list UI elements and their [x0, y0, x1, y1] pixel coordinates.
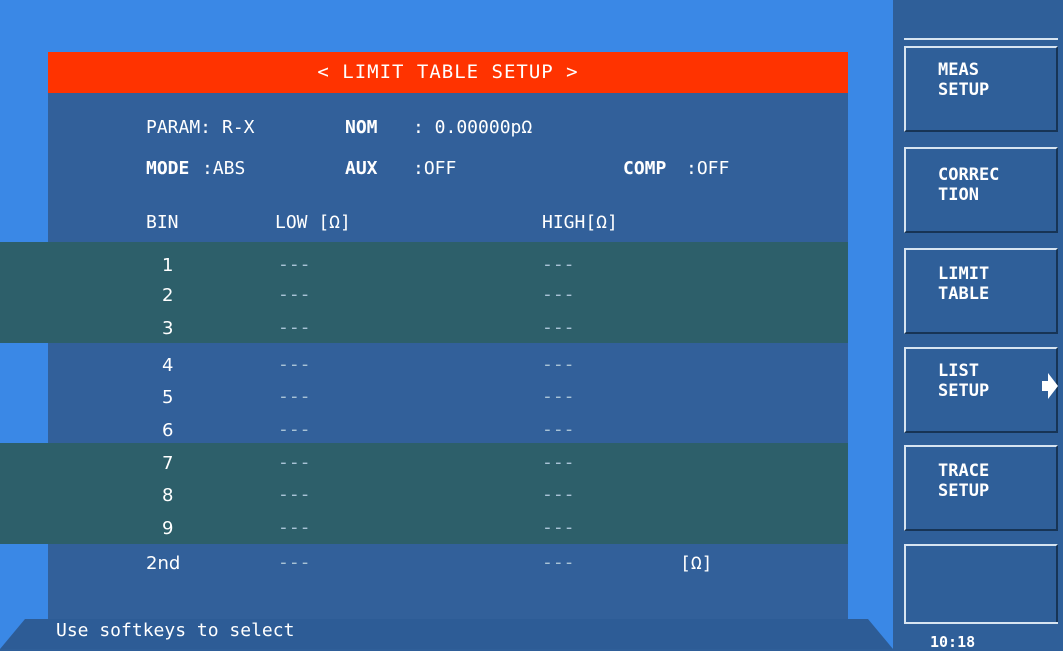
bin-number: 3: [162, 318, 174, 339]
bin-number: 7: [162, 453, 174, 474]
row-band-7-9: [0, 443, 848, 544]
row-band-1-3: [0, 242, 848, 343]
status-corner-right: [868, 619, 893, 649]
bin-number: 1: [162, 255, 174, 276]
limit-high-cell[interactable]: ---: [542, 517, 575, 538]
status-message: Use softkeys to select: [56, 620, 295, 641]
limit-high-cell[interactable]: ---: [542, 354, 575, 375]
limit-low-cell[interactable]: ---: [278, 284, 311, 305]
bin-number: 2: [162, 285, 174, 306]
aux-value[interactable]: :OFF: [413, 158, 456, 179]
limit-high-cell[interactable]: ---: [542, 284, 575, 305]
softkey-label: TRACE SETUP: [938, 461, 990, 501]
limit-low-cell[interactable]: ---: [278, 254, 311, 275]
softkey-trace-setup[interactable]: TRACE SETUP: [904, 445, 1058, 531]
limit-low-cell[interactable]: ---: [278, 517, 311, 538]
limit-low-cell[interactable]: ---: [278, 354, 311, 375]
softkey-label: MEAS SETUP: [938, 60, 990, 100]
limit-high-cell[interactable]: ---: [542, 254, 575, 275]
header-bin: BIN: [146, 212, 179, 233]
bin-number: 5: [162, 387, 174, 408]
second-unit: [Ω]: [680, 553, 713, 574]
bin-number: 6: [162, 420, 174, 441]
softkey-label: LIMIT TABLE: [938, 264, 990, 304]
status-corner-left: [0, 619, 25, 649]
limit-low-cell[interactable]: ---: [278, 419, 311, 440]
comp-value[interactable]: :OFF: [686, 158, 729, 179]
softkey-correction[interactable]: CORREC TION: [904, 147, 1058, 233]
clock-area: [904, 622, 1058, 649]
softkey-label: CORREC TION: [938, 165, 1000, 205]
limit-high-cell[interactable]: ---: [542, 552, 575, 573]
limit-high-cell[interactable]: ---: [542, 386, 575, 407]
comp-label: COMP: [623, 158, 667, 179]
limit-high-cell[interactable]: ---: [542, 484, 575, 505]
softkey-limit-table[interactable]: LIMIT TABLE: [904, 248, 1058, 334]
nom-value[interactable]: : 0.00000pΩ: [413, 117, 532, 138]
softkey-divider: [904, 38, 1058, 40]
softkey-list-setup[interactable]: LIST SETUP: [904, 347, 1058, 433]
param-label: PARAM:: [146, 117, 212, 138]
limit-low-cell[interactable]: ---: [278, 452, 311, 473]
softkey-label: LIST SETUP: [938, 361, 990, 401]
limit-low-cell[interactable]: ---: [278, 484, 311, 505]
header-low: LOW [Ω]: [275, 212, 351, 233]
aux-label: AUX: [345, 158, 378, 179]
limit-low-cell[interactable]: ---: [278, 552, 311, 573]
limit-high-cell[interactable]: ---: [542, 317, 575, 338]
nom-label: NOM: [345, 117, 378, 138]
bin-number: 2nd: [146, 553, 181, 574]
param-value[interactable]: R-X: [222, 117, 255, 138]
limit-low-cell[interactable]: ---: [278, 386, 311, 407]
bin-number: 8: [162, 485, 174, 506]
arrow-right-icon: [1042, 373, 1058, 399]
clock: 10:18: [930, 633, 976, 651]
limit-high-cell[interactable]: ---: [542, 419, 575, 440]
header-high: HIGH[Ω]: [542, 212, 618, 233]
page-title: < LIMIT TABLE SETUP >: [48, 52, 848, 93]
bin-number: 4: [162, 355, 174, 376]
limit-low-cell[interactable]: ---: [278, 317, 311, 338]
mode-value[interactable]: :ABS: [202, 158, 245, 179]
limit-high-cell[interactable]: ---: [542, 452, 575, 473]
bin-number: 9: [162, 518, 174, 539]
softkey-blank[interactable]: [904, 544, 1058, 630]
mode-label: MODE: [146, 158, 190, 179]
softkey-meas-setup[interactable]: MEAS SETUP: [904, 46, 1058, 132]
